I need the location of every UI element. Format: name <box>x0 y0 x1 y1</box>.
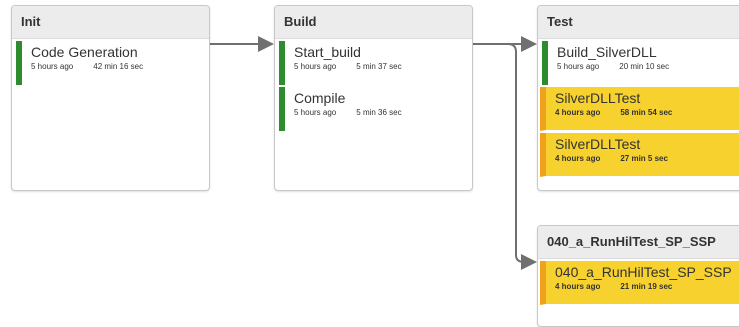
job-meta: 5 hours ago 5 min 37 sec <box>294 61 466 73</box>
stage-build: Build Start_build 5 hours ago 5 min 37 se… <box>274 5 473 191</box>
job-meta: 5 hours ago 42 min 16 sec <box>31 61 203 73</box>
stage-init: Init Code Generation 5 hours ago 42 min 1… <box>11 5 210 191</box>
job-compile[interactable]: Compile 5 hours ago 5 min 36 sec <box>279 87 472 131</box>
job-time: 5 hours ago <box>294 62 337 71</box>
job-name[interactable]: Build_SilverDLL <box>557 44 739 60</box>
job-duration: 42 min 16 sec <box>93 62 144 71</box>
job-name[interactable]: Code Generation <box>31 44 203 60</box>
job-duration: 5 min 36 sec <box>356 108 402 117</box>
job-name[interactable]: Start_build <box>294 44 466 60</box>
stage-test: Test Build_SilverDLL 5 hours ago 20 min 1… <box>537 5 739 191</box>
job-duration: 5 min 37 sec <box>356 62 402 71</box>
stage-title: Init <box>12 6 209 39</box>
job-meta: 4 hours ago 58 min 54 sec <box>555 107 739 119</box>
job-silverdlltest-2[interactable]: SilverDLLTest 4 hours ago 27 min 5 sec <box>540 133 739 177</box>
job-build-silverdll[interactable]: Build_SilverDLL 5 hours ago 20 min 10 sec <box>542 41 739 85</box>
stage-run-hil-test: 040_a_RunHilTest_SP_SSP 040_a_RunHilTest… <box>537 225 739 327</box>
job-name[interactable]: Compile <box>294 90 466 106</box>
stage-title: Build <box>275 6 472 39</box>
connector-build-hil <box>507 43 537 270</box>
job-time: 5 hours ago <box>31 62 74 71</box>
stage-title: Test <box>538 6 739 39</box>
job-time: 5 hours ago <box>557 62 600 71</box>
job-name[interactable]: 040_a_RunHilTest_SP_SSP <box>555 264 739 280</box>
job-duration: 27 min 5 sec <box>620 154 668 163</box>
job-meta: 4 hours ago 27 min 5 sec <box>555 153 739 165</box>
job-name[interactable]: SilverDLLTest <box>555 136 739 152</box>
job-start-build[interactable]: Start_build 5 hours ago 5 min 37 sec <box>279 41 472 85</box>
job-name[interactable]: SilverDLLTest <box>555 90 739 106</box>
job-meta: 5 hours ago 5 min 36 sec <box>294 107 466 119</box>
job-duration: 21 min 19 sec <box>620 282 673 291</box>
job-time: 4 hours ago <box>555 282 601 291</box>
job-duration: 20 min 10 sec <box>619 62 670 71</box>
stage-title: 040_a_RunHilTest_SP_SSP <box>538 226 739 259</box>
job-run-hil-test[interactable]: 040_a_RunHilTest_SP_SSP 4 hours ago 21 mi… <box>540 261 739 305</box>
job-silverdlltest-1[interactable]: SilverDLLTest 4 hours ago 58 min 54 sec <box>540 87 739 131</box>
job-time: 4 hours ago <box>555 154 601 163</box>
job-time: 4 hours ago <box>555 108 601 117</box>
job-meta: 4 hours ago 21 min 19 sec <box>555 281 739 293</box>
job-duration: 58 min 54 sec <box>620 108 673 117</box>
job-time: 5 hours ago <box>294 108 337 117</box>
job-meta: 5 hours ago 20 min 10 sec <box>557 61 739 73</box>
job-code-generation[interactable]: Code Generation 5 hours ago 42 min 16 sec <box>16 41 209 85</box>
